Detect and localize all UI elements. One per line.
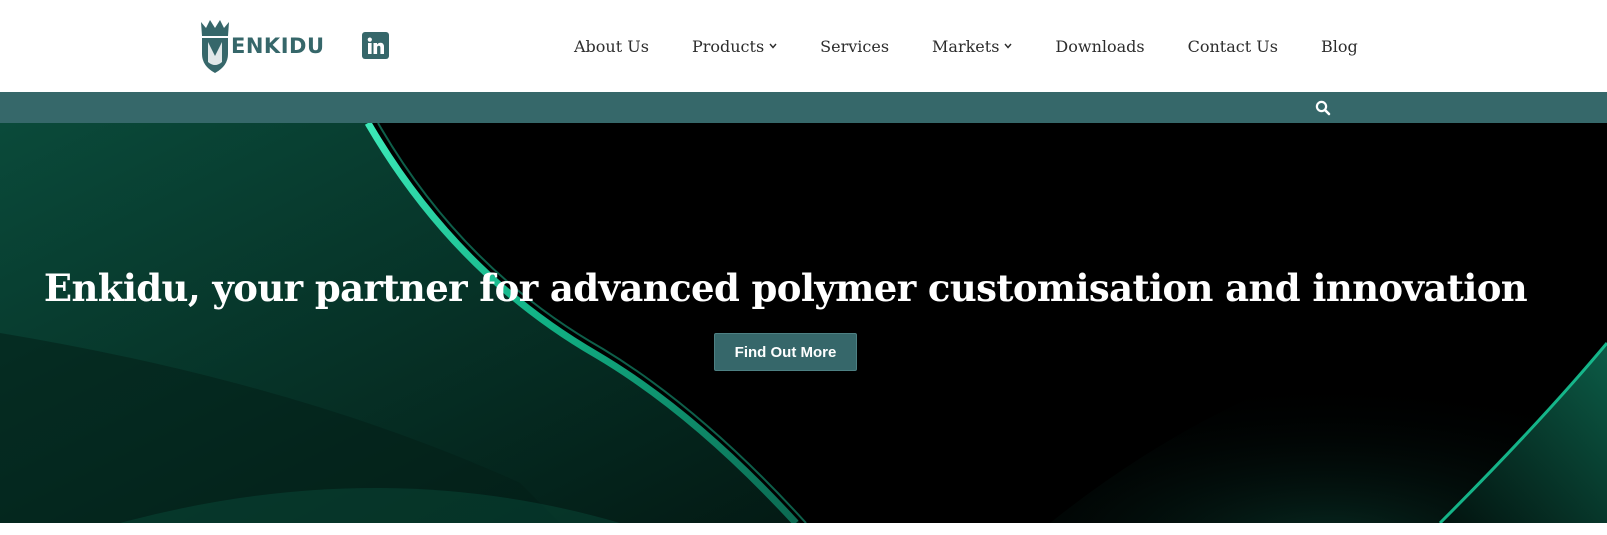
nav-label: Blog xyxy=(1320,36,1358,56)
nav-label: About Us xyxy=(574,36,649,56)
hero-title: Enkidu, your partner for advanced polyme… xyxy=(43,266,1528,310)
crown-shield-icon xyxy=(201,20,229,73)
find-out-more-button[interactable]: Find Out More xyxy=(714,333,857,371)
utility-bar xyxy=(0,92,1607,123)
nav-label: Contact Us xyxy=(1187,36,1278,56)
nav-label: Downloads xyxy=(1055,36,1145,56)
brand-name: ENKIDU xyxy=(231,34,325,58)
search-button[interactable] xyxy=(1314,99,1332,117)
hero-banner: Enkidu, your partner for advanced polyme… xyxy=(0,123,1607,523)
search-icon xyxy=(1315,100,1331,116)
nav-label: Products xyxy=(691,36,765,56)
nav-services[interactable]: Services xyxy=(820,37,889,56)
linkedin-icon xyxy=(367,37,384,54)
brand-logo[interactable]: ENKIDU xyxy=(199,18,325,74)
nav-label: Markets xyxy=(932,36,1000,56)
chevron-down-icon xyxy=(769,43,777,49)
nav-label: Services xyxy=(820,36,890,56)
page-bottom xyxy=(0,523,1607,535)
nav-blog[interactable]: Blog xyxy=(1321,37,1358,56)
nav-downloads[interactable]: Downloads xyxy=(1055,37,1144,56)
main-nav: About Us Products Services Markets Downl… xyxy=(574,34,1358,58)
linkedin-link[interactable] xyxy=(362,32,389,59)
site-header: ENKIDU About Us Products Services Market… xyxy=(0,0,1607,92)
nav-products[interactable]: Products xyxy=(692,37,777,56)
nav-markets[interactable]: Markets xyxy=(932,37,1012,56)
nav-about-us[interactable]: About Us xyxy=(574,37,649,56)
chevron-down-icon xyxy=(1004,43,1012,49)
nav-contact-us[interactable]: Contact Us xyxy=(1188,37,1278,56)
hero-background-waves xyxy=(0,123,1607,523)
